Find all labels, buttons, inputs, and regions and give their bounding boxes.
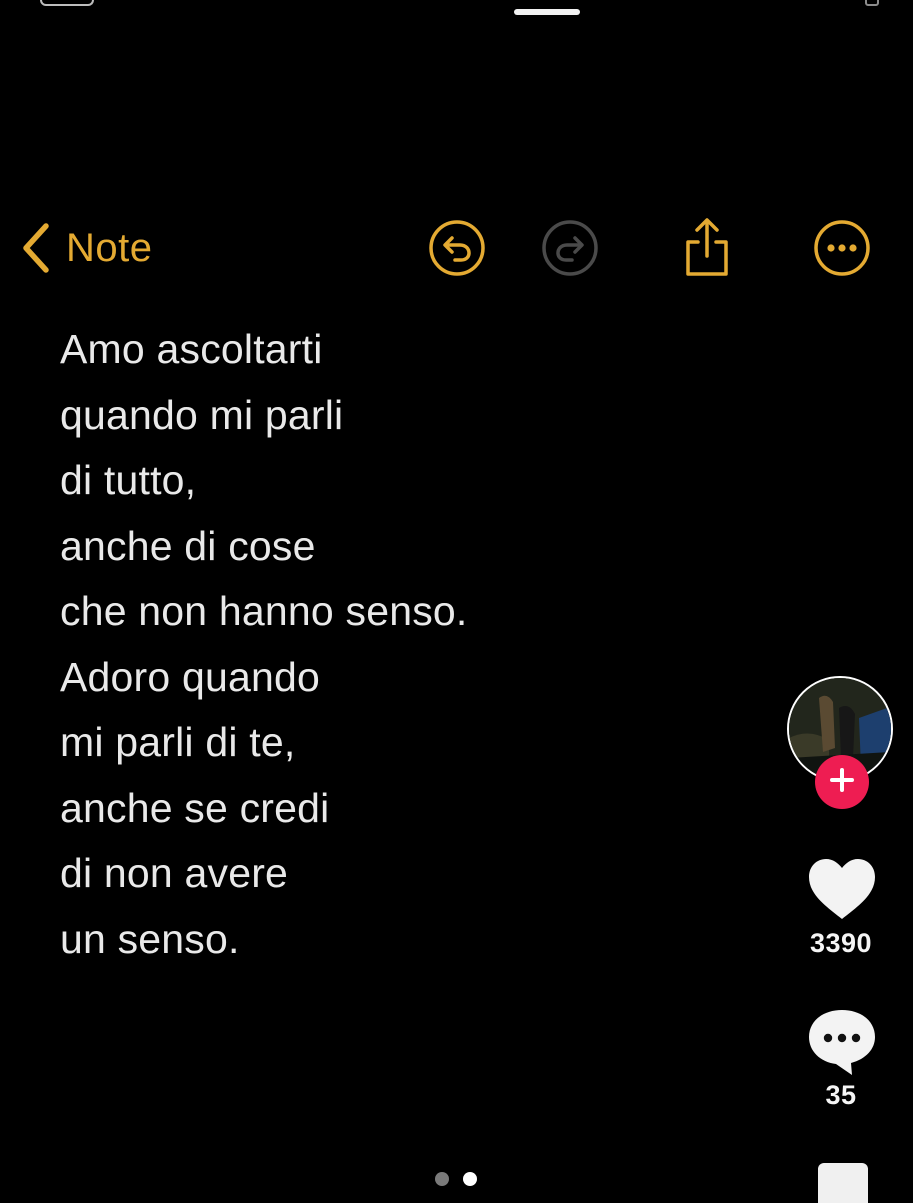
note-line: mi parli di te,	[60, 719, 296, 765]
redo-button[interactable]	[540, 218, 600, 278]
follow-button[interactable]	[815, 755, 869, 809]
status-right-mark	[865, 0, 879, 6]
share-button[interactable]	[818, 1163, 868, 1203]
more-icon	[813, 219, 871, 277]
share-button[interactable]	[677, 218, 737, 278]
back-label: Note	[66, 225, 153, 270]
note-body[interactable]: Amo ascoltarti quando mi parli di tutto,…	[60, 317, 740, 972]
page-dot[interactable]	[435, 1172, 449, 1186]
like-count: 3390	[809, 928, 873, 958]
home-indicator	[514, 9, 580, 15]
share-icon	[678, 216, 736, 280]
comment-count: 35	[825, 1080, 857, 1110]
comment-icon	[806, 1010, 878, 1081]
back-button[interactable]: Note	[18, 220, 153, 276]
note-line: anche se credi	[60, 784, 330, 831]
note-line: che non hanno senso.	[60, 588, 468, 634]
note-line: quando mi parli	[60, 391, 344, 438]
note-line: Adoro quando	[60, 653, 321, 700]
plus-icon	[829, 767, 855, 798]
undo-icon	[428, 219, 486, 277]
page-indicator	[435, 1172, 477, 1186]
like-button[interactable]	[807, 857, 877, 926]
undo-button[interactable]	[427, 218, 487, 278]
comment-button[interactable]	[806, 1007, 878, 1082]
note-line: di tutto,	[60, 457, 197, 503]
note-line: anche di cose	[60, 522, 316, 569]
note-line: di non avere	[60, 850, 289, 896]
page-dot-active[interactable]	[463, 1172, 477, 1186]
more-button[interactable]	[812, 218, 872, 278]
chevron-left-icon	[18, 222, 52, 274]
heart-icon	[807, 859, 877, 925]
redo-icon	[541, 219, 599, 277]
status-corner-mark	[40, 0, 94, 6]
note-line: Amo ascoltarti	[60, 326, 323, 372]
note-line: un senso.	[60, 915, 240, 962]
